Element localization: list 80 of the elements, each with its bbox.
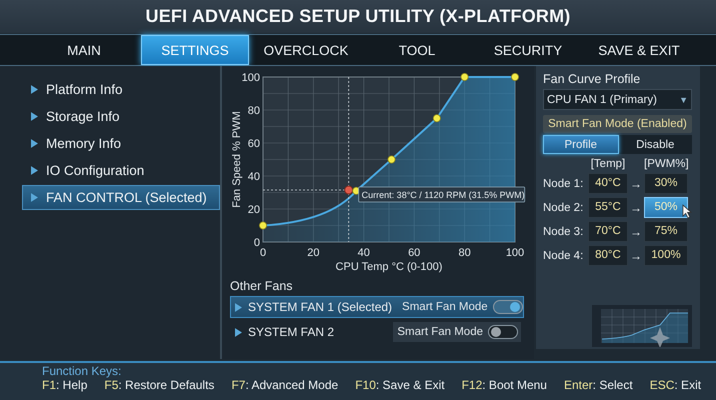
key-hint: F12: Boot Menu [462,378,547,392]
pwm-field[interactable]: 75% [644,221,688,242]
toggle-switch[interactable] [488,325,518,339]
fan-name: SYSTEM FAN 2 [248,325,336,339]
tooltip: Current: 38°C / 1120 RPM (31.5% PWM) [358,186,526,202]
key-hint: Enter: Select [564,378,633,392]
column-header: [Temp] [590,158,626,170]
arrow-text: → [629,200,643,214]
triangle-icon [31,193,38,202]
menu-tab[interactable]: SAVE & EXIT [585,35,693,65]
mode-label: Smart Fan Mode [397,326,483,338]
axis-tick-label: 40 [248,171,260,183]
menu-tab[interactable]: SECURITY [474,35,582,65]
key-hint: F10: Save & Exit [355,378,445,392]
current-point [344,186,354,195]
window-title: UEFI ADVANCED SETUP UTILITY (X-PLATFORM) [146,6,570,27]
menu-tab[interactable]: OVERCLOCK [252,35,360,65]
axis-tick-label: 20 [307,247,320,259]
curve-node[interactable] [259,222,267,230]
fan-row[interactable]: SYSTEM FAN 2 Smart Fan Mode [230,321,524,343]
mouse-cursor-icon [682,204,693,219]
mode-label: Smart Fan Mode [402,301,488,313]
menu-tab[interactable]: TOOL [363,35,471,65]
axis-tick-label: 20 [248,204,260,216]
axis-tick-label: 100 [242,72,260,84]
arrow-text: → [629,176,643,190]
sidebar-item[interactable]: IO Configuration [22,158,220,183]
menu-tab[interactable]: MAIN [30,35,138,65]
pwm-field[interactable]: 30% [644,173,688,194]
sidebar-item[interactable]: Storage Info [22,104,220,129]
curve-node[interactable] [460,73,469,81]
node-label: Node 1: [543,178,584,190]
fan-row[interactable]: SYSTEM FAN 1 (Selected) Smart Fan Mode [230,296,524,318]
axis-tick-label: 60 [408,247,420,259]
temp-field[interactable]: 70°C [588,221,628,242]
axis-tick-label: 80 [458,247,471,259]
key-hint: F7: Advanced Mode [231,378,338,392]
axis-tick-label: 60 [248,138,260,150]
axis-label: CPU Temp °C (0-100) [336,261,442,273]
triangle-icon [235,302,242,312]
temp-field[interactable]: 55°C [588,197,628,218]
curve-node[interactable] [432,114,441,122]
triangle-icon [31,85,38,94]
key-hint: ESC: Exit [650,378,702,392]
segment-button[interactable]: Profile [543,135,618,154]
axis-tick-label: 80 [248,105,260,117]
section-title: Other Fans [230,279,294,293]
key-hint: F1: Help [42,378,88,392]
axis-tick-label: 40 [358,247,370,259]
axis-tick-label: 0 [254,237,260,249]
curve-node[interactable] [388,156,396,164]
axis-tick-label: 0 [260,247,266,259]
fan-dropdown[interactable]: CPU FAN 1 (Primary) ▼ [543,89,692,110]
fan-name: SYSTEM FAN 1 (Selected) [248,300,392,314]
mode-status: Smart Fan Mode (Enabled) [543,115,692,133]
temp-field[interactable]: 80°C [588,245,628,266]
temp-field[interactable]: 40°C [588,173,628,194]
arrow-text: → [629,224,643,238]
sidebar-item[interactable]: Platform Info [22,77,220,102]
triangle-icon [31,112,38,121]
triangle-icon [31,139,38,148]
column-header: [PWM%] [644,158,688,170]
arrow-text: → [629,248,643,262]
node-label: Node 3: [543,226,584,238]
sidebar-item[interactable]: FAN CONTROL (Selected) [22,185,220,210]
key-hint: F5: Restore Defaults [104,378,214,392]
footer-title: Function Keys: [42,364,122,378]
panel-title: Fan Curve Profile [543,72,642,86]
triangle-icon [235,328,242,336]
pwm-field[interactable]: 100% [644,245,688,266]
segment-button[interactable]: Disable [618,135,692,154]
annotation: Current: 38°C / 1120 RPM (31.5% PWM) [362,190,525,200]
axis-label: Fan Speed % PWM [231,111,243,208]
axis-tick-label: 100 [506,247,524,259]
node-label: Node 4: [543,250,584,262]
triangle-icon [31,166,38,175]
sidebar-item[interactable]: Memory Info [22,131,220,156]
curve-node[interactable] [511,73,519,81]
node-label: Node 2: [543,202,584,214]
toggle-switch[interactable] [492,300,523,314]
